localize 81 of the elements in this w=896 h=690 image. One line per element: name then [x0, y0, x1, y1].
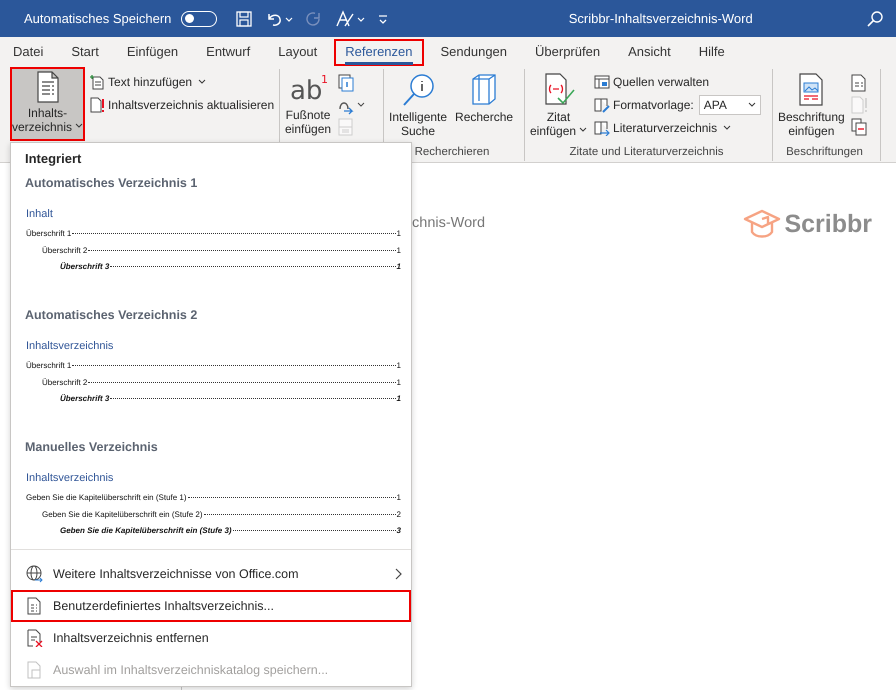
- bibliography-button[interactable]: Literaturverzeichnis: [592, 117, 763, 139]
- caption-icon: [797, 73, 826, 107]
- add-text-icon: [89, 74, 106, 90]
- toc-entry: Überschrift 2: [42, 376, 88, 388]
- ribbon-tab[interactable]: Layout: [267, 39, 328, 66]
- cross-reference-icon[interactable]: [850, 117, 868, 137]
- add-text-button[interactable]: Text hinzufügen: [87, 71, 276, 93]
- autosave-label: Automatisches Speichern: [24, 11, 172, 26]
- gallery-item-title: Automatisches Verzeichnis 1: [25, 175, 198, 190]
- page-number: 1: [396, 492, 401, 504]
- caret-icon: [723, 125, 732, 131]
- document-icon: [25, 597, 43, 615]
- document-save-icon: [25, 661, 43, 679]
- ribbon-tab[interactable]: Start: [60, 39, 110, 66]
- document-lines-icon: [34, 71, 61, 103]
- spelling-icon[interactable]: [335, 10, 366, 28]
- window-title: Scribbr-Inhaltsverzeichnis-Word: [568, 11, 754, 26]
- save-icon[interactable]: [235, 10, 254, 28]
- gallery-item-title: Manuelles Verzeichnis: [25, 439, 159, 454]
- group-label: Zitate und Literaturverzeichnis: [568, 145, 725, 160]
- update-table-button[interactable]: Inhaltsverzeichnis aktualisieren: [87, 94, 276, 116]
- insert-citation-button[interactable]: Zitat einfügen: [527, 69, 590, 140]
- toc-entry: Überschrift 3: [60, 393, 110, 405]
- caret-icon: [579, 127, 588, 134]
- ribbon-tab[interactable]: Hilfe: [688, 39, 736, 66]
- gallery-item-title: Automatisches Verzeichnis 2: [25, 307, 198, 322]
- group-label: Recherchieren: [414, 145, 490, 160]
- insert-caption-button[interactable]: Beschriftung einfügen: [775, 69, 848, 140]
- smart-search-button[interactable]: Intelligente Suche: [386, 69, 450, 140]
- menu-item[interactable]: Inhaltsverzeichnis entfernen: [11, 622, 411, 654]
- page-number: 1: [396, 360, 401, 372]
- page-number: 1: [396, 261, 401, 273]
- ribbon-tab[interactable]: Datei: [2, 39, 54, 66]
- toc-entry: Überschrift 1: [26, 360, 72, 372]
- document-alert-icon: [89, 97, 106, 113]
- toc-entry: Geben Sie die Kapitelüberschrift ein (Stufe 2): [42, 508, 203, 521]
- toc-heading: Inhaltsverzeichnis: [26, 472, 114, 484]
- toc-entry: Überschrift 2: [42, 244, 88, 256]
- page-number: 1: [396, 376, 401, 388]
- toc-heading: Inhaltsverzeichnis: [26, 340, 114, 352]
- caret-icon: [75, 123, 84, 130]
- book-arrow-icon: [594, 120, 610, 136]
- style-dropdown[interactable]: APA: [698, 95, 761, 115]
- toc-preview[interactable]: Inhaltsverzeichnis Überschrift 1 1 Überschrift 2 1 Überschrift 3 1: [25, 322, 401, 408]
- table-of-contents-button[interactable]: Inhalts- verzeichnis: [10, 67, 86, 141]
- caret-icon: [198, 79, 206, 85]
- toc-entry: Geben Sie die Kapitelüberschrift ein (Stufe 1): [26, 492, 187, 504]
- group-label: Beschriftungen: [785, 145, 864, 160]
- page-number: 1: [396, 393, 401, 405]
- menu-heading: Integriert: [24, 150, 82, 168]
- researcher-button[interactable]: Recherche: [452, 69, 516, 126]
- table-icon: [594, 74, 610, 90]
- search-icon: [401, 73, 436, 107]
- toc-entry: Überschrift 3: [60, 261, 110, 273]
- table-of-figures-icon[interactable]: [850, 73, 868, 93]
- toc-preview[interactable]: Inhalt Überschrift 1 1 Überschrift 2 1 Überschrift 3 1: [25, 190, 401, 276]
- document-delete-icon: [25, 629, 43, 647]
- manage-sources-button[interactable]: Quellen verwalten: [592, 71, 763, 93]
- menu-item[interactable]: Weitere Inhaltsverzeichnisse von Office.com: [11, 558, 411, 590]
- book-brush-icon: [594, 97, 610, 113]
- toc-entry: Geben Sie die Kapitelüberschrift ein (Stufe 3): [60, 525, 232, 537]
- ribbon-tab[interactable]: Sendungen: [430, 39, 518, 66]
- document-title: chnis-Word: [412, 215, 486, 231]
- ribbon-tab[interactable]: Überprüfen: [524, 39, 612, 66]
- autosave-toggle[interactable]: [181, 10, 218, 26]
- globe-icon: [25, 565, 43, 583]
- caret-icon: [748, 102, 756, 108]
- logo-text: Scribbr: [784, 210, 872, 238]
- page-number: 2: [396, 508, 401, 520]
- style-label: Formatvorlage:: [613, 98, 694, 112]
- ribbon-tab[interactable]: Entwurf: [195, 39, 262, 66]
- toc-preview[interactable]: Inhaltsverzeichnis Geben Sie die Kapitelüberschrift ein (Stufe 1) 1 Geben Sie die Kapitelüberschrift ein (Stufe 2) 2 Geben Sie die Kapitelüberschrift ein (Stufe 3) 3: [25, 454, 401, 540]
- toc-heading: Inhalt: [26, 208, 54, 220]
- menu-item[interactable]: Benutzerdefiniertes Inhaltsverzeichnis...: [11, 590, 411, 622]
- ribbon-tab[interactable]: Einfügen: [116, 39, 190, 66]
- toc-entry: Überschrift 1: [26, 228, 72, 240]
- search-icon[interactable]: [866, 10, 884, 28]
- page-number: 1: [396, 228, 401, 240]
- page-number: 1: [396, 244, 401, 256]
- ribbon-tab[interactable]: Ansicht: [617, 39, 682, 66]
- page-number: 3: [396, 525, 401, 537]
